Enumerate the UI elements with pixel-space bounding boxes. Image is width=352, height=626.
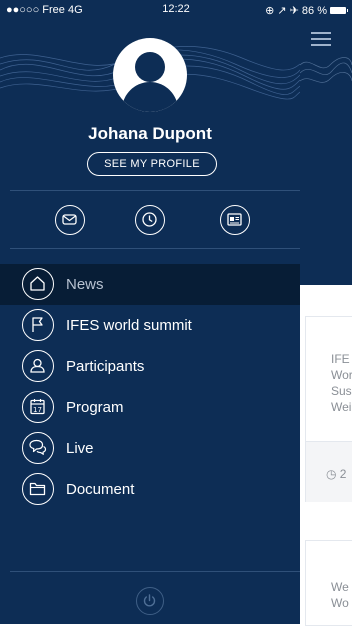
news-card-date: ◷ 2 [326,467,347,481]
menu-item-label: Live [66,440,94,457]
battery-icon [330,7,348,14]
hamburger-menu-icon[interactable] [311,32,331,47]
flag-icon [22,309,54,341]
news-card[interactable]: IFE Wor Sus Wei ◷ 2 [305,316,352,502]
divider [10,571,300,572]
svg-text:17: 17 [33,406,42,414]
menu-item-label: IFES world summit [66,317,192,334]
status-time: 12:22 [162,3,190,15]
news-card-second[interactable]: We Wo [305,540,352,626]
carrier-signal: ●●○○○ Free 4G [6,4,83,16]
folder-icon [22,473,54,505]
home-icon [22,268,54,300]
user-name: Johana Dupont [88,124,212,143]
status-indicator-text: ⊕ ↗ ✈ 86 % [265,5,327,17]
id-badge-icon[interactable] [220,205,250,235]
power-icon[interactable] [136,587,164,615]
menu-item-program[interactable]: 17 Program [0,387,300,428]
side-drawer: Johana Dupont SEE MY PROFILE News IFES w… [0,0,300,624]
background-waves [300,57,352,83]
news-card-text: IFE Wor Sus Wei [331,352,352,414]
menu-item-label: Document [66,481,135,498]
menu-item-label: News [66,276,104,293]
menu-item-news[interactable]: News [0,264,300,305]
nav-menu: News IFES world summit Participants 17 P… [0,264,300,510]
menu-item-label: Participants [66,358,145,375]
menu-item-live[interactable]: Live [0,428,300,469]
menu-item-ifes-world-summit[interactable]: IFES world summit [0,305,300,346]
calendar-icon: 17 [22,391,54,423]
menu-item-document[interactable]: Document [0,469,300,510]
chat-bubbles-icon [22,432,54,464]
mail-icon[interactable] [55,205,85,235]
divider [10,190,300,191]
divider [10,248,300,249]
see-profile-button[interactable]: SEE MY PROFILE [87,152,217,176]
user-avatar-icon[interactable] [113,38,187,112]
clock-icon[interactable] [135,205,165,235]
status-indicators: ⊕ ↗ ✈ 86 % [265,4,348,17]
status-bar: ●●○○○ Free 4G 12:22 ⊕ ↗ ✈ 86 % [0,0,352,20]
menu-item-label: Program [66,399,124,416]
news-card-footer: ◷ 2 [306,441,352,502]
person-icon [22,350,54,382]
menu-item-participants[interactable]: Participants [0,346,300,387]
news-card-second-text: We Wo [331,580,349,610]
